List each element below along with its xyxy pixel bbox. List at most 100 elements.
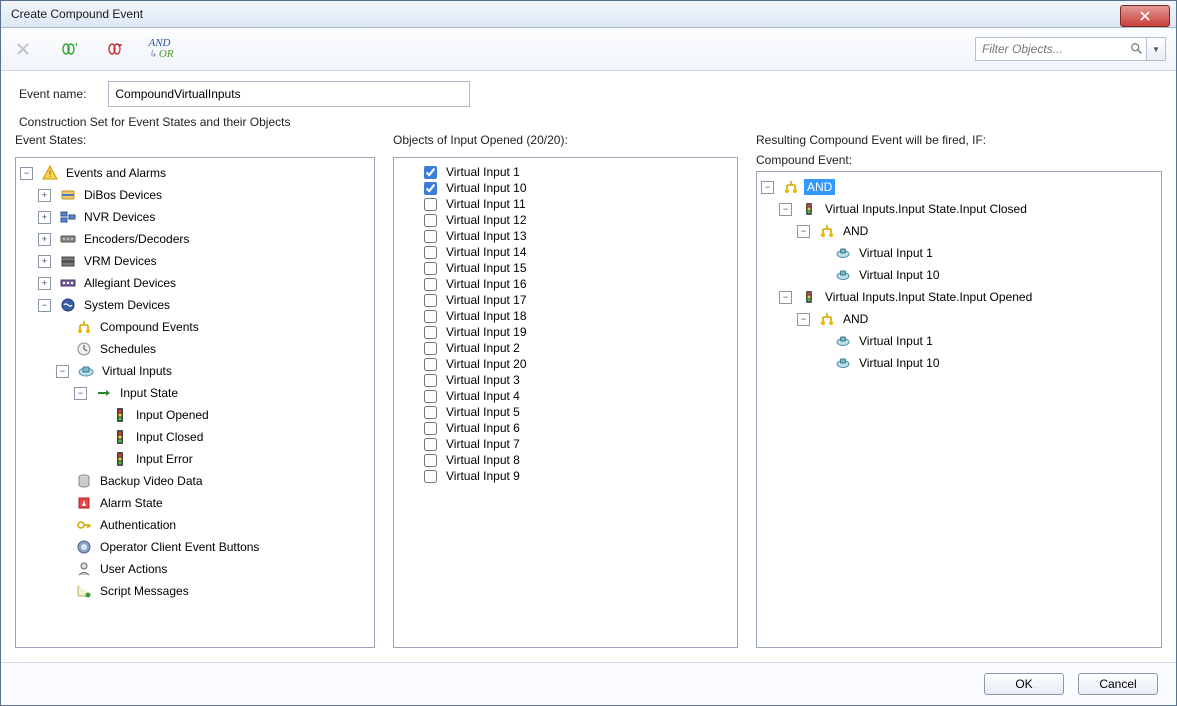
object-checkbox[interactable]: [424, 342, 437, 355]
list-item[interactable]: Virtual Input 1: [402, 164, 735, 180]
object-checkbox[interactable]: [424, 422, 437, 435]
list-item[interactable]: Virtual Input 10: [402, 180, 735, 196]
object-checkbox[interactable]: [424, 214, 437, 227]
filter-dropdown-button[interactable]: ▼: [1146, 38, 1165, 60]
list-item[interactable]: Virtual Input 12: [402, 212, 735, 228]
list-item[interactable]: Virtual Input 5: [402, 404, 735, 420]
expander[interactable]: −: [797, 225, 810, 238]
object-checkbox[interactable]: [424, 358, 437, 371]
cancel-button[interactable]: Cancel: [1078, 673, 1158, 695]
object-checkbox[interactable]: [424, 454, 437, 467]
tree-row[interactable]: Virtual Input 1: [813, 330, 1159, 352]
object-checkbox[interactable]: [424, 310, 437, 323]
remove-node-button[interactable]: [103, 35, 127, 63]
expander[interactable]: −: [797, 313, 810, 326]
ok-button[interactable]: OK: [984, 673, 1064, 695]
expander[interactable]: −: [779, 291, 792, 304]
object-checkbox[interactable]: [424, 438, 437, 451]
list-item[interactable]: Virtual Input 11: [402, 196, 735, 212]
list-item[interactable]: Virtual Input 13: [402, 228, 735, 244]
expander[interactable]: −: [761, 181, 774, 194]
tree-row[interactable]: + NVR Devices: [36, 206, 372, 228]
expander[interactable]: −: [74, 387, 87, 400]
object-checkbox[interactable]: [424, 294, 437, 307]
and-node-icon: [818, 310, 836, 328]
tree-row-input-state[interactable]: − Input State: [72, 382, 372, 404]
tree-row[interactable]: Backup Video Data: [54, 470, 372, 492]
list-item[interactable]: Virtual Input 2: [402, 340, 735, 356]
tree-row[interactable]: Input Error: [90, 448, 372, 470]
expander[interactable]: +: [38, 233, 51, 246]
expander[interactable]: +: [38, 277, 51, 290]
list-item[interactable]: Virtual Input 15: [402, 260, 735, 276]
tree-row[interactable]: −Virtual Inputs.Input State.Input Opened: [777, 286, 1159, 308]
tree-row-events-and-alarms[interactable]: − ! Events and Alarms: [18, 162, 372, 184]
object-checkbox[interactable]: [424, 470, 437, 483]
tree-row[interactable]: −Virtual Inputs.Input State.Input Closed: [777, 198, 1159, 220]
object-checkbox[interactable]: [424, 374, 437, 387]
expander[interactable]: +: [38, 189, 51, 202]
toggle-and-or-button[interactable]: AND ↳ OR: [149, 35, 173, 63]
objects-panel[interactable]: Virtual Input 1Virtual Input 10Virtual I…: [393, 157, 738, 648]
close-button[interactable]: [1120, 5, 1170, 27]
tree-row[interactable]: + Allegiant Devices: [36, 272, 372, 294]
tree-row[interactable]: Schedules: [54, 338, 372, 360]
tree-row-system-devices[interactable]: − System Devices: [36, 294, 372, 316]
event-states-panel[interactable]: − ! Events and Alarms + DiBos Devices: [15, 157, 375, 648]
event-name-input[interactable]: [108, 81, 470, 107]
tree-row[interactable]: Authentication: [54, 514, 372, 536]
tree-row[interactable]: Operator Client Event Buttons: [54, 536, 372, 558]
tree-row[interactable]: Script Messages: [54, 580, 372, 602]
list-item[interactable]: Virtual Input 3: [402, 372, 735, 388]
object-checkbox[interactable]: [424, 262, 437, 275]
object-checkbox[interactable]: [424, 406, 437, 419]
list-item[interactable]: Virtual Input 4: [402, 388, 735, 404]
traffic-light-icon: [111, 450, 129, 468]
object-checkbox[interactable]: [424, 230, 437, 243]
expander[interactable]: −: [38, 299, 51, 312]
list-item[interactable]: Virtual Input 17: [402, 292, 735, 308]
object-checkbox[interactable]: [424, 390, 437, 403]
expander[interactable]: +: [38, 211, 51, 224]
tree-row[interactable]: Input Closed: [90, 426, 372, 448]
object-checkbox[interactable]: [424, 166, 437, 179]
list-item[interactable]: Virtual Input 6: [402, 420, 735, 436]
object-checkbox[interactable]: [424, 182, 437, 195]
object-checkbox[interactable]: [424, 246, 437, 259]
tree-row-root-and[interactable]: − AND: [759, 176, 1159, 198]
list-item[interactable]: Virtual Input 14: [402, 244, 735, 260]
tree-row[interactable]: + VRM Devices: [36, 250, 372, 272]
list-item[interactable]: Virtual Input 16: [402, 276, 735, 292]
tree-row[interactable]: Virtual Input 1: [813, 242, 1159, 264]
object-checkbox[interactable]: [424, 278, 437, 291]
add-node-button[interactable]: +: [57, 35, 81, 63]
tree-row[interactable]: + Encoders/Decoders: [36, 228, 372, 250]
list-item[interactable]: Virtual Input 7: [402, 436, 735, 452]
tree-row[interactable]: + DiBos Devices: [36, 184, 372, 206]
expander[interactable]: −: [56, 365, 69, 378]
list-item[interactable]: Virtual Input 8: [402, 452, 735, 468]
list-item[interactable]: Virtual Input 20: [402, 356, 735, 372]
list-item[interactable]: Virtual Input 18: [402, 308, 735, 324]
tree-row[interactable]: Virtual Input 10: [813, 352, 1159, 374]
tree-row[interactable]: User Actions: [54, 558, 372, 580]
expander[interactable]: +: [38, 255, 51, 268]
compound-event-panel[interactable]: − AND −Virtual Inputs.Input State.Input …: [756, 171, 1162, 648]
tree-label: Operator Client Event Buttons: [97, 539, 262, 555]
tree-row[interactable]: Compound Events: [54, 316, 372, 338]
tree-row[interactable]: Input Opened: [90, 404, 372, 426]
search-icon[interactable]: [1128, 40, 1146, 58]
expander[interactable]: −: [20, 167, 33, 180]
object-checkbox[interactable]: [424, 326, 437, 339]
dibos-icon: [59, 186, 77, 204]
tree-row-virtual-inputs[interactable]: − Virtual Inputs: [54, 360, 372, 382]
tree-row[interactable]: −AND: [795, 220, 1159, 242]
filter-objects-input[interactable]: [976, 40, 1128, 58]
tree-row[interactable]: Alarm State: [54, 492, 372, 514]
expander[interactable]: −: [779, 203, 792, 216]
list-item[interactable]: Virtual Input 19: [402, 324, 735, 340]
tree-row[interactable]: −AND: [795, 308, 1159, 330]
list-item[interactable]: Virtual Input 9: [402, 468, 735, 484]
tree-row[interactable]: Virtual Input 10: [813, 264, 1159, 286]
object-checkbox[interactable]: [424, 198, 437, 211]
